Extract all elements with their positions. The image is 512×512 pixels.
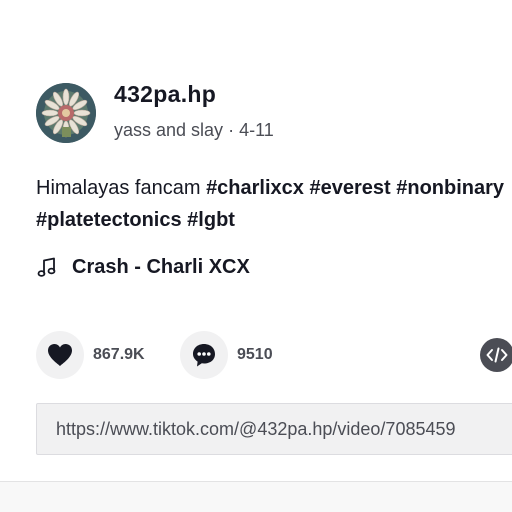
- bottom-section: [0, 482, 512, 512]
- hashtag-lgbt[interactable]: #lgbt: [187, 209, 235, 231]
- author-nickname: yass and slay: [114, 120, 224, 140]
- caption-text: Himalayas fancam: [36, 177, 207, 199]
- caption-line-2: #platetectonics #lgbt: [36, 204, 512, 236]
- hashtag-everest[interactable]: #everest: [309, 177, 390, 199]
- like-button[interactable]: [36, 331, 84, 379]
- music-link[interactable]: Crash - Charli XCX: [36, 253, 250, 281]
- hashtag-platetectonics[interactable]: #platetectonics: [36, 209, 182, 231]
- author-username[interactable]: 432pa.hp: [114, 81, 216, 108]
- hashtag-nonbinary[interactable]: #nonbinary: [396, 177, 504, 199]
- flower-avatar-icon: [36, 83, 96, 143]
- comment-button[interactable]: [180, 331, 228, 379]
- author-subline: yass and slay · 4-11: [114, 120, 274, 141]
- video-detail-panel: 432pa.hp yass and slay · 4-11 Himalayas …: [0, 0, 512, 512]
- music-title: Crash - Charli XCX: [72, 255, 250, 278]
- post-date: 4-11: [239, 120, 274, 140]
- music-note-icon: [37, 257, 56, 277]
- comment-action: 9510: [180, 331, 273, 379]
- like-action: 867.9K: [36, 331, 145, 379]
- hashtag-charlixcx[interactable]: #charlixcx: [206, 177, 304, 199]
- comment-count: 9510: [237, 346, 273, 363]
- share-link-url: https://www.tiktok.com/@432pa.hp/video/7…: [56, 419, 456, 439]
- embed-button[interactable]: [480, 338, 512, 372]
- avatar[interactable]: [36, 83, 96, 143]
- comment-bubble-icon: [193, 344, 215, 367]
- video-caption: Himalayas fancam #charlixcx #everest #no…: [36, 172, 512, 236]
- heart-icon: [48, 344, 72, 366]
- share-link-field[interactable]: https://www.tiktok.com/@432pa.hp/video/7…: [36, 403, 512, 455]
- caption-line-1: Himalayas fancam #charlixcx #everest #no…: [36, 172, 512, 204]
- embed-code-icon: [486, 347, 508, 363]
- like-count: 867.9K: [93, 346, 145, 363]
- meta-separator: ·: [223, 120, 240, 140]
